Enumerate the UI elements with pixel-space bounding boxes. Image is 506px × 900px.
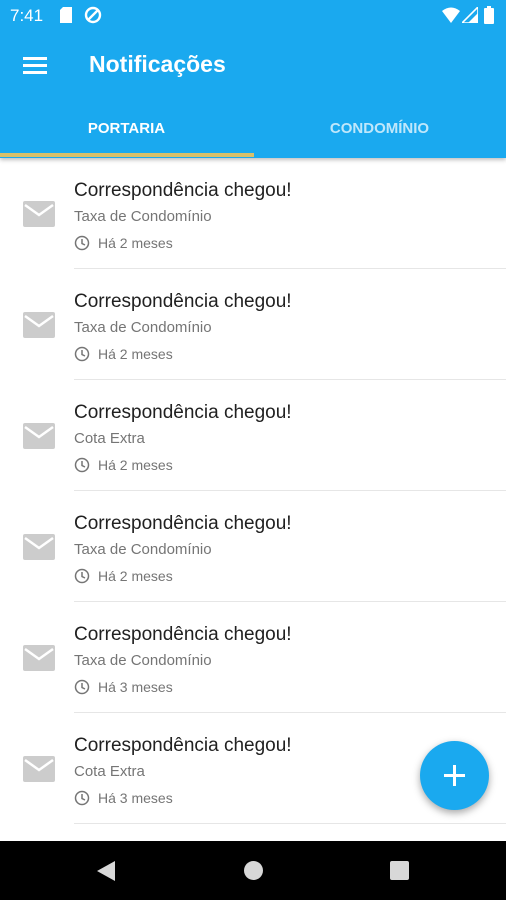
notification-subtitle: Taxa de Condomínio — [74, 541, 212, 558]
notification-item[interactable]: Correspondência chegou! Cota Extra Há 2 me… — [0, 380, 506, 491]
recents-icon[interactable] — [390, 861, 409, 880]
notification-title: Correspondência chegou! — [74, 402, 292, 423]
notification-item[interactable]: Correspondência chegou! Taxa de Condomíni… — [0, 158, 506, 269]
notification-item[interactable]: Correspondência chegou! Taxa de Condomíni… — [0, 491, 506, 602]
clock-icon — [74, 457, 90, 473]
notification-time: Há 3 meses — [98, 790, 173, 806]
tab-indicator — [0, 153, 254, 157]
notification-time: Há 2 meses — [98, 235, 173, 251]
clock-icon — [74, 568, 90, 584]
status-time: 7:41 — [10, 6, 44, 25]
notification-time: Há 2 meses — [98, 346, 173, 362]
add-button[interactable] — [420, 741, 489, 810]
notification-title: Correspondência chegou! — [74, 735, 292, 756]
mail-icon — [23, 201, 55, 227]
notification-subtitle: Taxa de Condomínio — [74, 319, 212, 336]
mail-icon — [23, 534, 55, 560]
menu-icon[interactable] — [20, 52, 50, 78]
notification-title: Correspondência chegou! — [74, 291, 292, 312]
signal-icon — [462, 7, 478, 23]
notification-title: Correspondência chegou! — [74, 513, 292, 534]
notification-time: Há 3 meses — [98, 679, 173, 695]
tab-condominio[interactable]: CONDOMÍNIO — [253, 102, 506, 158]
clock-icon — [74, 790, 90, 806]
notification-item[interactable]: Correspondência chegou! Taxa de Condomíni… — [0, 602, 506, 713]
clock-icon — [74, 235, 90, 251]
home-icon[interactable] — [243, 860, 264, 881]
notification-subtitle: Cota Extra — [74, 763, 145, 780]
notification-subtitle: Taxa de Condomínio — [74, 208, 212, 225]
notification-title: Correspondência chegou! — [74, 624, 292, 645]
notification-list: Correspondência chegou! Taxa de Condomíni… — [0, 158, 506, 824]
divider — [74, 823, 506, 824]
notification-subtitle: Taxa de Condomínio — [74, 652, 212, 669]
app-bar: 7:41 Notificações PORTARIA CONDOMÍNIO — [0, 0, 506, 158]
notification-subtitle: Cota Extra — [74, 430, 145, 447]
clock-icon — [74, 679, 90, 695]
notification-time: Há 2 meses — [98, 568, 173, 584]
clock-icon — [74, 346, 90, 362]
wifi-icon — [442, 7, 460, 23]
notification-item[interactable]: Correspondência chegou! Taxa de Condomíni… — [0, 269, 506, 380]
tab-portaria[interactable]: PORTARIA — [0, 102, 253, 158]
system-nav-bar — [0, 841, 506, 900]
sync-icon — [84, 6, 102, 24]
plus-icon — [444, 765, 465, 786]
mail-icon — [23, 756, 55, 782]
mail-icon — [23, 645, 55, 671]
page-title: Notificações — [89, 51, 226, 77]
notification-title: Correspondência chegou! — [74, 180, 292, 201]
mail-icon — [23, 312, 55, 338]
sd-card-icon — [60, 7, 72, 23]
status-bar: 7:41 — [0, 0, 506, 32]
back-icon[interactable] — [96, 860, 116, 882]
battery-icon — [484, 6, 494, 24]
mail-icon — [23, 423, 55, 449]
notification-time: Há 2 meses — [98, 457, 173, 473]
